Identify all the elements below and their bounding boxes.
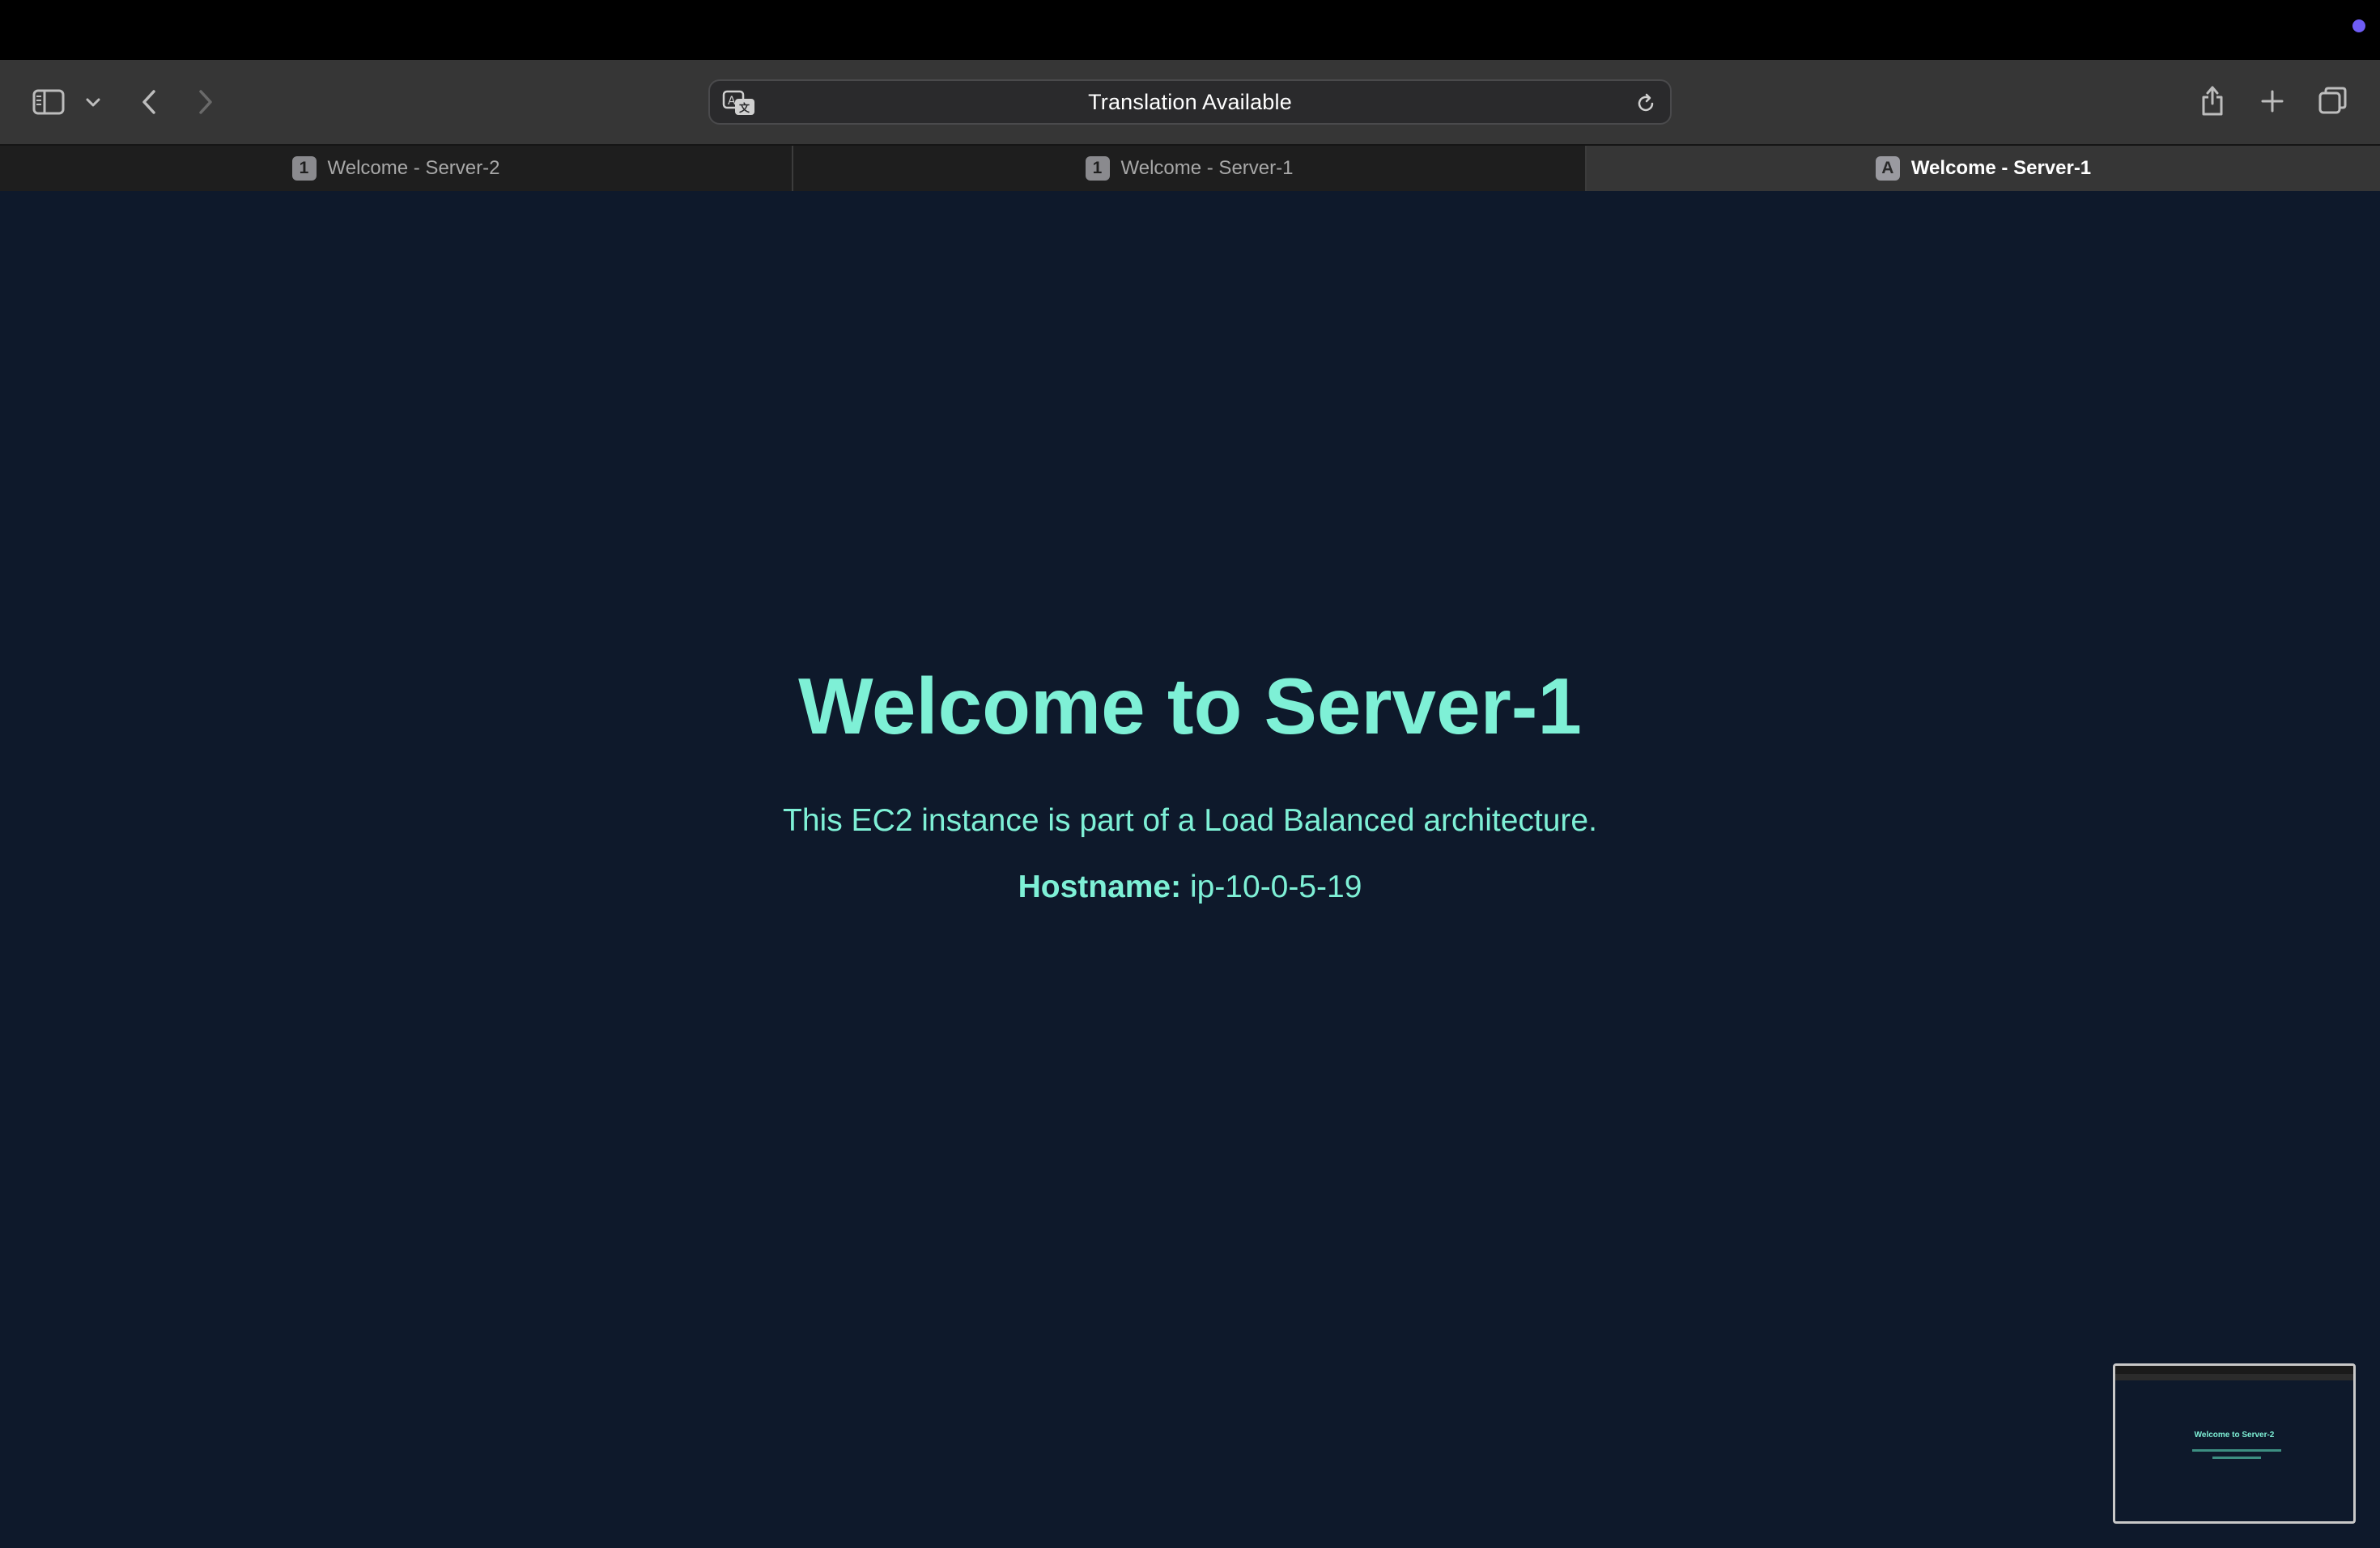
tab-favicon-badge: A (1875, 156, 1900, 181)
browser-toolbar: A 文 Translation Available (0, 60, 2380, 144)
tab-title: Welcome - Server-1 (1910, 157, 2092, 179)
thumbnail-tabbar (2115, 1374, 2353, 1380)
system-menu-bar (0, 0, 2380, 60)
page-description: This EC2 instance is part of a Load Bala… (783, 803, 1597, 838)
tab-bar: 1 Welcome - Server-2 1 Welcome - Server-… (0, 144, 2380, 191)
hostname-line: Hostname: ip-10-0-5-19 (0, 870, 2380, 905)
web-content: Welcome to Server-1 This EC2 instance is… (0, 191, 2380, 1548)
tab-favicon-badge: 1 (291, 156, 317, 181)
window-preview-thumbnail[interactable]: Welcome to Server-2 (2113, 1363, 2356, 1524)
thumbnail-text-line (2192, 1449, 2281, 1452)
thumbnail-heading: Welcome to Server-2 (2194, 1431, 2275, 1440)
address-bar[interactable]: A 文 Translation Available (708, 79, 1672, 125)
share-icon[interactable] (2197, 81, 2228, 120)
tab-favicon-badge: 1 (1085, 156, 1110, 181)
back-icon[interactable] (136, 84, 162, 120)
chevron-down-icon[interactable] (83, 92, 104, 113)
address-bar-text[interactable]: Translation Available (710, 81, 1670, 123)
tab-welcome-server-1-active[interactable]: A Welcome - Server-1 (1587, 146, 2380, 191)
forward-icon[interactable] (193, 84, 219, 120)
tabs-overview-icon[interactable] (2317, 84, 2349, 117)
tab-title: Welcome - Server-1 (1120, 157, 1294, 179)
page-heading: Welcome to Server-1 (798, 661, 1582, 751)
thumbnail-text-line (2212, 1457, 2261, 1459)
status-dot (2352, 19, 2365, 32)
thumbnail-toolbar (2115, 1366, 2353, 1374)
plus-icon[interactable] (2257, 86, 2288, 117)
reload-icon[interactable] (1633, 91, 1659, 117)
tab-welcome-server-2[interactable]: 1 Welcome - Server-2 (0, 146, 792, 191)
sidebar-icon[interactable] (31, 86, 66, 118)
tab-title: Welcome - Server-2 (327, 157, 500, 179)
hostname-label: Hostname: (1018, 870, 1182, 904)
tab-welcome-server-1[interactable]: 1 Welcome - Server-1 (793, 146, 1585, 191)
hostname-value: ip-10-0-5-19 (1189, 870, 1362, 904)
